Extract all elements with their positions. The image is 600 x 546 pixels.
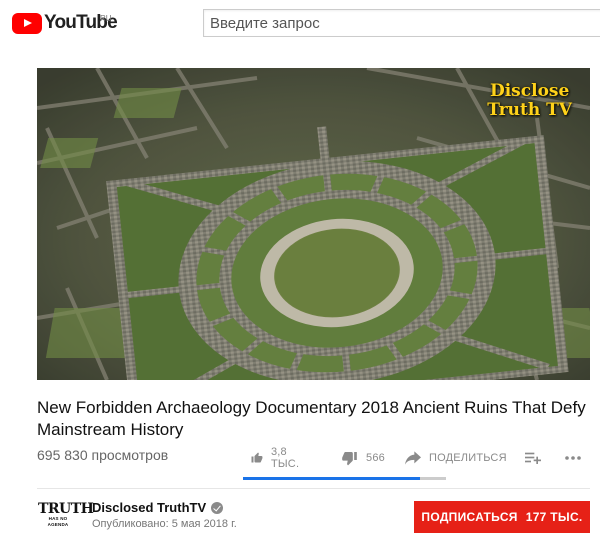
masthead: YouTube RU — [0, 0, 600, 46]
add-to-playlist-button[interactable] — [525, 446, 541, 470]
logo-country-code: RU — [100, 14, 112, 23]
share-icon — [405, 451, 421, 465]
search-input[interactable] — [204, 10, 600, 36]
watermark-line-2: Truth TV — [487, 100, 572, 120]
subscribe-label: ПОДПИСАТЬСЯ — [421, 510, 518, 524]
channel-name-row: Disclosed TruthTV — [92, 500, 224, 515]
youtube-logo[interactable]: YouTube RU — [12, 12, 118, 34]
publish-date: Опубликовано: 5 мая 2018 г. — [92, 518, 237, 530]
subscribe-button[interactable]: ПОДПИСАТЬСЯ 177 ТЫС. — [414, 501, 590, 533]
more-actions-button[interactable] — [565, 446, 581, 470]
view-count: 695 830 просмотров — [37, 447, 169, 463]
search-box[interactable] — [203, 9, 600, 37]
like-count: 3,8 ТЫС. — [270, 446, 300, 470]
subscriber-count: 177 ТЫС. — [525, 510, 583, 524]
video-title: New Forbidden Archaeology Documentary 20… — [37, 398, 586, 439]
avatar-text: TRUTH — [38, 501, 94, 517]
divider — [37, 488, 590, 489]
more-horizontal-icon — [565, 456, 581, 460]
avatar-subtext: HAS NO AGENDA — [47, 516, 69, 527]
channel-name[interactable]: Disclosed TruthTV — [92, 500, 206, 515]
dislike-button[interactable]: 566 — [341, 446, 385, 470]
share-button[interactable]: ПОДЕЛИТЬСЯ — [405, 446, 507, 470]
channel-watermark: Disclose Truth TV — [487, 82, 572, 120]
video-player[interactable]: Disclose Truth TV — [37, 68, 590, 380]
like-dislike-bar — [243, 477, 446, 480]
dislike-count: 566 — [366, 452, 385, 464]
share-label: ПОДЕЛИТЬСЯ — [429, 452, 507, 464]
like-ratio-fill — [243, 477, 420, 480]
watermark-line-1: Disclose — [489, 81, 570, 101]
thumbs-up-icon — [251, 452, 263, 463]
like-button[interactable]: 3,8 ТЫС. — [251, 446, 304, 470]
youtube-play-icon — [12, 12, 42, 34]
thumbs-down-icon — [342, 452, 357, 466]
playlist-add-icon — [525, 452, 541, 464]
channel-avatar[interactable]: TRUTH HAS NO AGENDA — [38, 501, 94, 530]
verified-check-icon — [211, 501, 224, 514]
